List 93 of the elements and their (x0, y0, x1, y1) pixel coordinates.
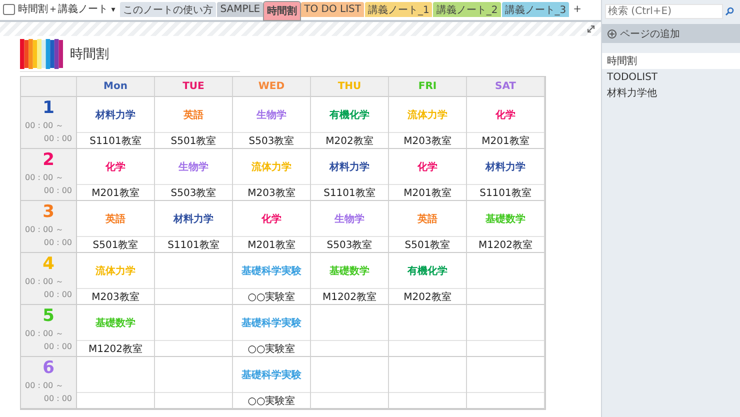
room-name: S1101教室 (90, 134, 142, 148)
room-name: S503教室 (170, 186, 216, 200)
plus-icon (607, 28, 617, 38)
room-name: S503教室 (326, 238, 372, 252)
end-time: 00 : 00 (42, 342, 72, 351)
period-number: 6 (42, 359, 56, 378)
notebook-title[interactable]: 時間割＋講義ノート ▾ (18, 2, 118, 20)
section-tab[interactable]: 講義ノート_2 (433, 2, 501, 17)
day-header: Mon (77, 77, 155, 97)
room-name: S503教室 (248, 134, 294, 148)
subject-name: 生物学 (334, 212, 364, 226)
section-tab[interactable]: TO DO LIST (301, 2, 364, 17)
subject-name: 基礎科学実験 (242, 264, 302, 278)
room-name: M203教室 (92, 290, 140, 304)
end-time: 00 : 00 (42, 134, 72, 143)
subject-name: 基礎数学 (486, 212, 526, 226)
room-name: M1202教室 (322, 290, 377, 304)
end-time: 00 : 00 (42, 394, 72, 403)
expand-icon[interactable] (587, 25, 595, 33)
subject-name: 有機化学 (408, 264, 448, 278)
subject-name: 化学 (496, 108, 516, 122)
start-time: 00 : 00 ～ (25, 276, 65, 287)
section-tab[interactable]: 時間割 (264, 2, 300, 20)
section-tab[interactable]: SAMPLE (217, 2, 264, 17)
start-time: 00 : 00 ～ (25, 328, 65, 339)
subject-name: 材料力学 (96, 108, 136, 122)
room-name: S1101教室 (168, 238, 220, 252)
subject-name: 化学 (262, 212, 282, 226)
subject-name: 化学 (106, 160, 126, 174)
day-header: WED (233, 77, 311, 97)
subject-name: 流体力学 (96, 264, 136, 278)
room-name: M201教室 (248, 238, 296, 252)
subject-name: 基礎数学 (96, 316, 136, 330)
room-name: M201教室 (404, 186, 452, 200)
search-icon[interactable] (725, 7, 734, 16)
end-time: 00 : 00 (42, 290, 72, 299)
period-number: 5 (42, 307, 56, 326)
room-name: ○○実験室 (248, 342, 296, 356)
room-name: M201教室 (482, 134, 530, 148)
subject-name: 材料力学 (486, 160, 526, 174)
room-name: M201教室 (92, 186, 140, 200)
room-name: M203教室 (248, 186, 296, 200)
period-number: 2 (42, 151, 56, 170)
room-name: ○○実験室 (248, 290, 296, 304)
subject-name: 材料力学 (330, 160, 370, 174)
subject-name: 生物学 (178, 160, 208, 174)
page-item[interactable]: 時間割 (602, 53, 740, 69)
room-name: M202教室 (404, 290, 452, 304)
day-header: FRI (389, 77, 467, 97)
section-tab[interactable]: 講義ノート_3 (502, 2, 570, 17)
subject-name: 英語 (106, 212, 126, 226)
start-time: 00 : 00 ～ (25, 172, 65, 183)
end-time: 00 : 00 (42, 186, 72, 195)
period-number: 4 (42, 255, 56, 274)
subject-name: 化学 (418, 160, 438, 174)
room-name: M1202教室 (88, 342, 143, 356)
room-name: S1101教室 (480, 186, 532, 200)
search-field[interactable]: 検索 (Ctrl+E) (605, 4, 723, 19)
subject-name: 基礎科学実験 (242, 316, 302, 330)
subject-name: 基礎数学 (330, 264, 370, 278)
subject-name: 材料力学 (174, 212, 214, 226)
room-name: S1101教室 (324, 186, 376, 200)
period-number: 3 (42, 203, 56, 222)
day-header: SAT (467, 77, 545, 97)
period-number: 1 (42, 99, 56, 118)
day-header: TUE (155, 77, 233, 97)
room-name: M1202教室 (478, 238, 533, 252)
room-name: S501教室 (170, 134, 216, 148)
subject-name: 有機化学 (330, 108, 370, 122)
page-item[interactable]: TODOLIST (602, 69, 740, 85)
start-time: 00 : 00 ～ (25, 224, 65, 235)
subject-name: 英語 (418, 212, 438, 226)
subject-name: 基礎科学実験 (242, 368, 302, 382)
start-time: 00 : 00 ～ (25, 380, 65, 391)
room-name: S501教室 (404, 238, 450, 252)
subject-name: 生物学 (256, 108, 286, 122)
section-tab[interactable]: 講義ノート_1 (365, 2, 432, 17)
subject-name: 流体力学 (408, 108, 448, 122)
page-title: 時間割 (70, 46, 109, 63)
page-item[interactable]: 材料力学他 (602, 85, 740, 101)
day-header: THU (311, 77, 389, 97)
room-name: M202教室 (326, 134, 374, 148)
rainbow-logo-drawing (20, 39, 64, 69)
room-name: ○○実験室 (248, 394, 296, 408)
subject-name: 英語 (184, 108, 204, 122)
start-time: 00 : 00 ～ (25, 120, 65, 131)
room-name: M203教室 (404, 134, 452, 148)
section-tab[interactable]: このノートの使い方 (120, 2, 216, 17)
end-time: 00 : 00 (42, 238, 72, 247)
notebook-icon (3, 4, 15, 15)
add-page-button[interactable]: ページの追加 (602, 24, 740, 43)
subject-name: 流体力学 (252, 160, 292, 174)
room-name: S501教室 (92, 238, 138, 252)
